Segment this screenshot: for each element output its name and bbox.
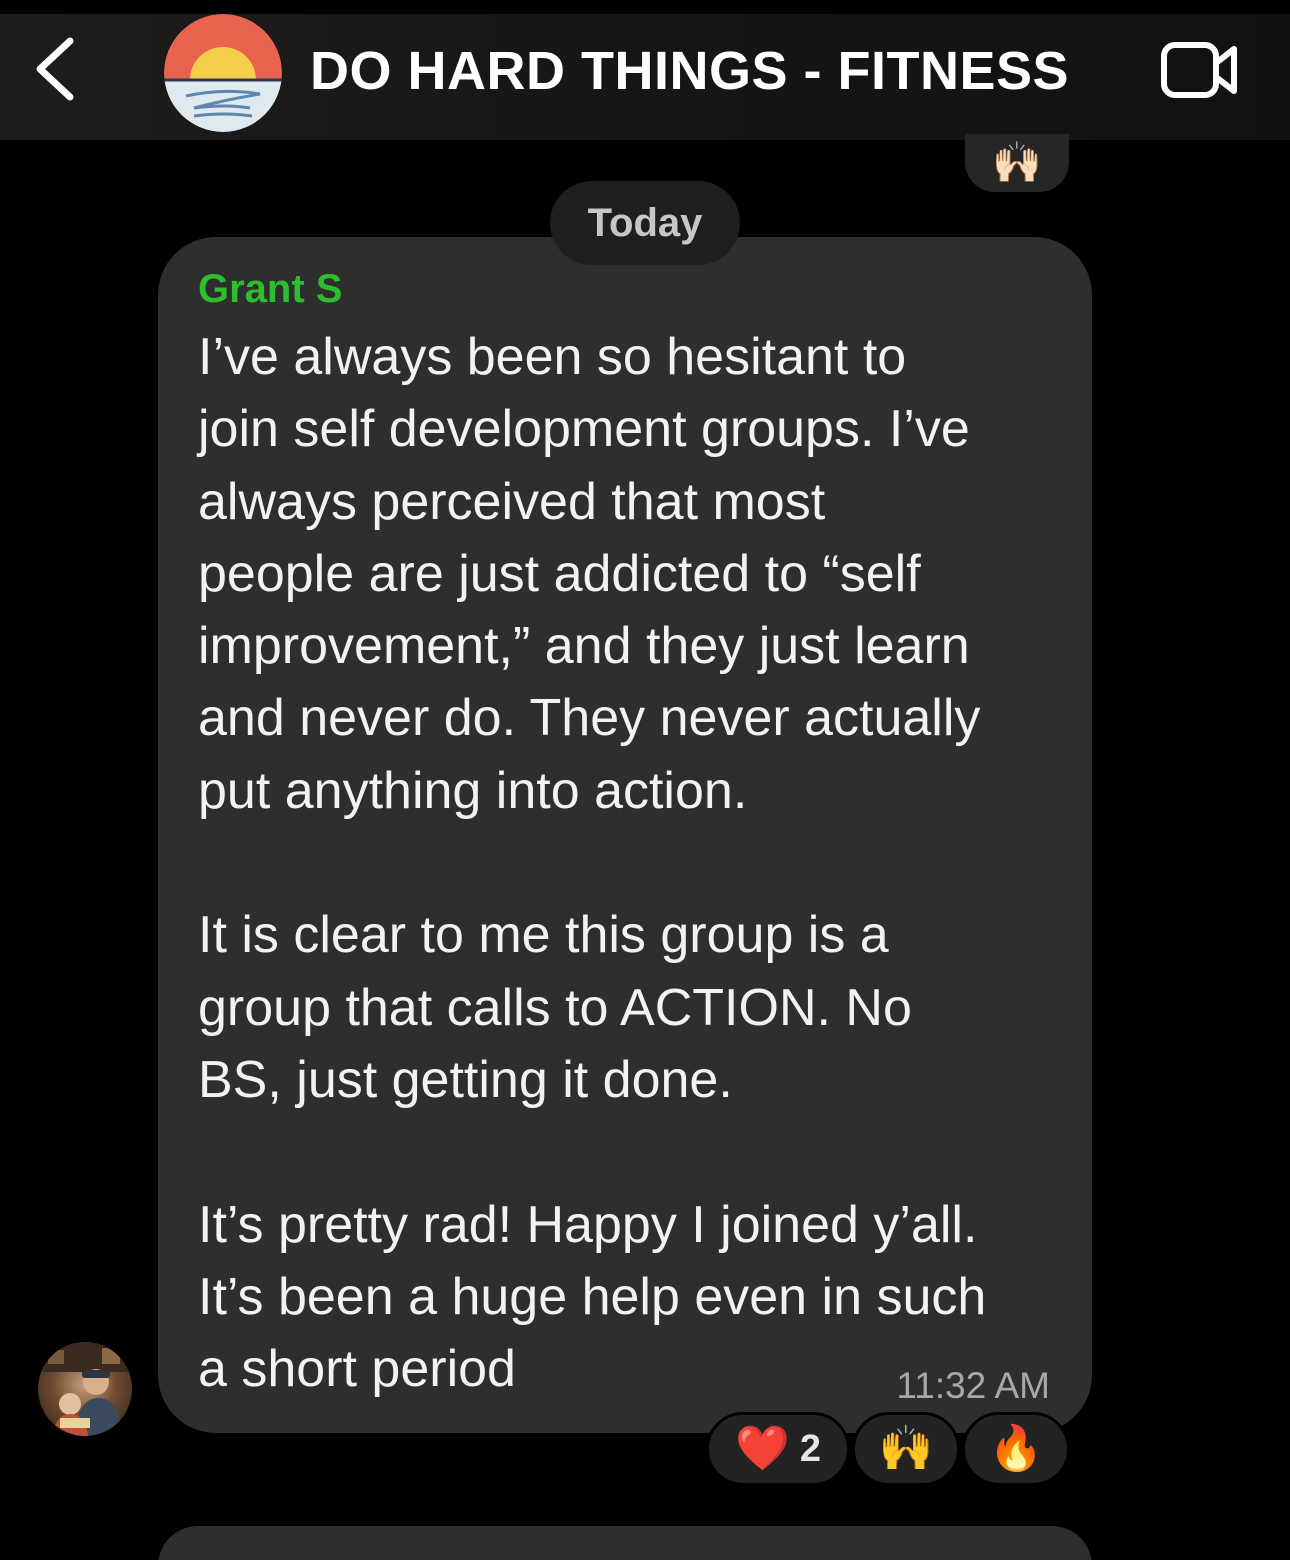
chat-header: DO HARD THINGS - FITNESS (0, 0, 1290, 140)
reaction-fire[interactable]: 🔥 (962, 1412, 1070, 1486)
chevron-left-icon (36, 37, 74, 101)
sender-avatar[interactable] (38, 1342, 132, 1436)
previous-message-reaction[interactable]: 🙌🏻 (965, 134, 1069, 192)
fire-emoji: 🔥 (988, 1424, 1044, 1473)
reaction-raised-hands[interactable]: 🙌 (852, 1412, 960, 1486)
message-timestamp: 11:32 AM (896, 1365, 1050, 1406)
message-text: I’ve always been so hesitant to join sel… (198, 328, 987, 1399)
group-avatar[interactable] (164, 14, 282, 132)
heart-emoji: ❤️ (735, 1424, 790, 1473)
sender-name[interactable]: Grant S (198, 267, 342, 312)
avatar-photo (38, 1342, 132, 1436)
message-bubble[interactable]: Grant S I’ve always been so hesitant to … (158, 237, 1092, 1433)
sunset-logo-icon (164, 14, 282, 132)
reaction-count: 2 (799, 1428, 821, 1470)
chat-screen: DO HARD THINGS - FITNESS 🙌🏻 Today Grant … (0, 0, 1290, 1560)
raised-hands-emoji: 🙌🏻 (992, 141, 1042, 185)
back-button[interactable] (24, 34, 84, 104)
raised-hands-emoji: 🙌 (878, 1424, 934, 1473)
reaction-heart[interactable]: ❤️ 2 (706, 1412, 850, 1486)
next-message-bubble[interactable] (158, 1526, 1092, 1560)
video-call-button[interactable] (1158, 40, 1242, 100)
date-separator: Today (550, 181, 740, 265)
group-title[interactable]: DO HARD THINGS - FITNESS (310, 36, 1069, 106)
video-camera-icon (1161, 42, 1237, 98)
